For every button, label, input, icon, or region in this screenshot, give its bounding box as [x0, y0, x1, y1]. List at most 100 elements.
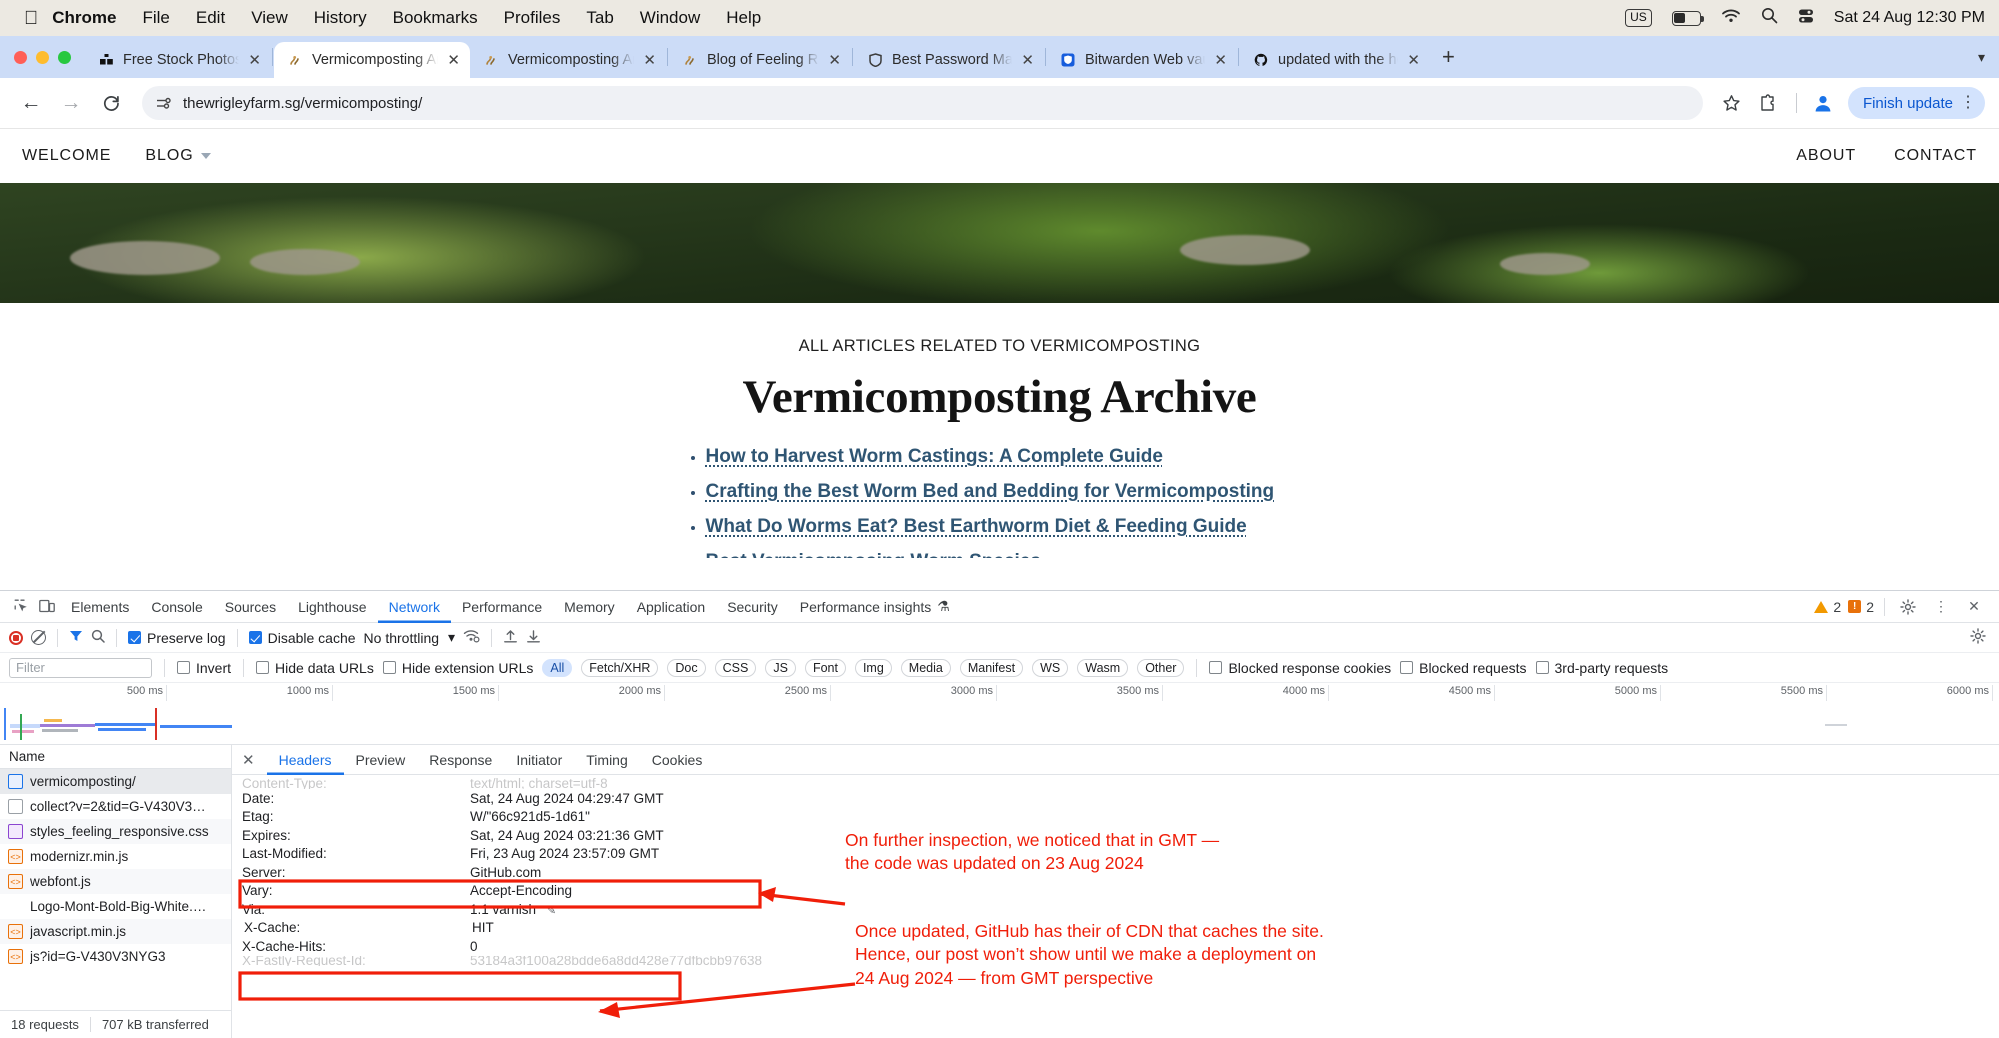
network-settings-gear-icon[interactable]: [1970, 628, 1990, 647]
devtools-tab-security[interactable]: Security: [716, 591, 789, 623]
wifi-icon[interactable]: [1721, 8, 1741, 28]
devtools-tab-console[interactable]: Console: [140, 591, 213, 623]
devtools-tab-memory[interactable]: Memory: [553, 591, 626, 623]
profile-avatar-icon[interactable]: [1810, 90, 1836, 116]
detail-tab-initiator[interactable]: Initiator: [504, 745, 574, 775]
tab-close-button[interactable]: ✕: [643, 53, 656, 68]
inspect-element-icon[interactable]: [8, 595, 34, 619]
nav-link-welcome[interactable]: WELCOME: [22, 147, 111, 165]
article-link-4[interactable]: Best Vermicomposing Worm Species: [706, 551, 1041, 558]
wifi-settings-icon[interactable]: [463, 629, 480, 646]
menu-item-bookmarks[interactable]: Bookmarks: [393, 8, 478, 28]
detail-tab-response[interactable]: Response: [417, 745, 504, 775]
menu-item-file[interactable]: File: [142, 8, 169, 28]
request-row-6[interactable]: Logo-Mont-Bold-Big-White.…: [0, 894, 231, 919]
request-row-5[interactable]: <> webfont.js: [0, 869, 231, 894]
tab-close-button[interactable]: ✕: [248, 53, 261, 68]
type-filter-media[interactable]: Media: [900, 658, 951, 677]
browser-tab-6[interactable]: Bitwarden Web vault ✕: [1047, 42, 1237, 78]
back-arrow-icon[interactable]: ←: [14, 86, 48, 120]
devtools-tab-sources[interactable]: Sources: [214, 591, 287, 623]
disable-cache-checkbox[interactable]: Disable cache: [248, 630, 356, 646]
menu-item-help[interactable]: Help: [726, 8, 761, 28]
nav-link-contact[interactable]: CONTACT: [1894, 147, 1977, 165]
extensions-puzzle-icon[interactable]: [1753, 88, 1783, 118]
tab-close-button[interactable]: ✕: [1407, 53, 1420, 68]
type-filter-css[interactable]: CSS: [714, 658, 757, 677]
devtools-tab-network[interactable]: Network: [378, 591, 451, 623]
reload-icon[interactable]: [94, 86, 128, 120]
kebab-menu-icon[interactable]: ⋮: [1928, 595, 1954, 619]
nav-link-about[interactable]: ABOUT: [1796, 147, 1856, 165]
third-party-requests-checkbox[interactable]: 3rd-party requests: [1535, 660, 1668, 676]
type-filter-wasm[interactable]: Wasm: [1077, 658, 1129, 677]
warnings-indicator[interactable]: 2: [1814, 599, 1841, 615]
search-icon[interactable]: [1761, 7, 1778, 29]
close-window-button[interactable]: [14, 50, 27, 64]
device-toolbar-icon[interactable]: [34, 595, 60, 619]
request-row-1[interactable]: vermicomposting/: [0, 769, 231, 794]
close-icon[interactable]: ✕: [242, 751, 255, 769]
type-filter-ws[interactable]: WS: [1032, 658, 1069, 677]
browser-tab-5[interactable]: Best Password Manager f ✕: [854, 42, 1044, 78]
detail-tab-timing[interactable]: Timing: [574, 745, 640, 775]
menu-item-window[interactable]: Window: [640, 8, 700, 28]
detail-tab-headers[interactable]: Headers: [267, 745, 344, 775]
tab-close-button[interactable]: ✕: [828, 53, 841, 68]
star-icon[interactable]: [1717, 88, 1747, 118]
response-headers-list[interactable]: Content-Type: text/html; charset=utf-8 D…: [232, 775, 1999, 1038]
throttling-select[interactable]: No throttling ▾: [364, 629, 456, 646]
type-filter-all[interactable]: All: [542, 658, 573, 677]
article-link-3[interactable]: What Do Worms Eat? Best Earthworm Diet &…: [706, 516, 1247, 537]
browser-tab-7[interactable]: updated with the how do ✕: [1240, 42, 1430, 78]
battery-icon[interactable]: [1671, 10, 1704, 26]
tab-close-button[interactable]: ✕: [1214, 53, 1227, 68]
tab-close-button[interactable]: ✕: [1021, 53, 1034, 68]
new-tab-button[interactable]: +: [1430, 46, 1467, 68]
type-filter-js[interactable]: JS: [765, 658, 796, 677]
article-link-1[interactable]: How to Harvest Worm Castings: A Complete…: [706, 446, 1163, 467]
forward-arrow-icon[interactable]: →: [54, 86, 88, 120]
filter-funnel-icon[interactable]: [69, 629, 83, 646]
clear-icon[interactable]: [31, 630, 46, 645]
request-list-header[interactable]: Name: [0, 745, 231, 769]
type-filter-manifest[interactable]: Manifest: [959, 658, 1024, 677]
preserve-log-checkbox[interactable]: Preserve log: [128, 630, 226, 646]
request-row-4[interactable]: <> modernizr.min.js: [0, 844, 231, 869]
network-overview-timeline[interactable]: 500 ms 1000 ms 1500 ms 2000 ms 2500 ms 3…: [0, 683, 1999, 745]
address-bar[interactable]: thewrigleyfarm.sg/vermicomposting/: [142, 86, 1703, 120]
input-source-indicator[interactable]: US: [1625, 9, 1652, 27]
search-icon[interactable]: [91, 629, 105, 646]
filter-input[interactable]: Filter: [9, 657, 152, 678]
type-filter-doc[interactable]: Doc: [667, 658, 706, 677]
browser-tab-2-active[interactable]: Vermicomposting Archive ✕: [274, 42, 470, 78]
article-link-2[interactable]: Crafting the Best Worm Bed and Bedding f…: [706, 481, 1275, 502]
control-center-icon[interactable]: [1798, 8, 1814, 29]
minimize-window-button[interactable]: [36, 50, 49, 64]
devtools-tab-lighthouse[interactable]: Lighthouse: [287, 591, 378, 623]
browser-tab-1[interactable]: Free Stock Photos & Imag ✕: [85, 42, 271, 78]
apple-logo-icon[interactable]: : [24, 9, 38, 28]
devtools-tab-application[interactable]: Application: [626, 591, 717, 623]
devtools-tab-performance-insights[interactable]: Performance insights ⚗: [789, 591, 961, 623]
browser-tab-3[interactable]: Vermicomposting Archive ✕: [470, 42, 666, 78]
hide-extension-urls-checkbox[interactable]: Hide extension URLs: [382, 660, 533, 676]
request-row-3[interactable]: styles_feeling_responsive.css: [0, 819, 231, 844]
close-icon[interactable]: ✕: [1961, 595, 1987, 619]
kebab-menu-icon[interactable]: ⋮: [1960, 95, 1976, 111]
invert-checkbox[interactable]: Invert: [177, 660, 231, 676]
devtools-tab-performance[interactable]: Performance: [451, 591, 553, 623]
menu-item-history[interactable]: History: [314, 8, 367, 28]
blocked-response-cookies-checkbox[interactable]: Blocked response cookies: [1209, 660, 1391, 676]
maximize-window-button[interactable]: [58, 50, 71, 64]
tab-close-button[interactable]: ✕: [447, 53, 460, 68]
gear-icon[interactable]: [1895, 595, 1921, 619]
request-row-8[interactable]: <> js?id=G-V430V3NYG3: [0, 944, 231, 969]
finish-update-button[interactable]: Finish update ⋮: [1847, 87, 1985, 119]
nav-link-blog[interactable]: BLOG: [145, 147, 211, 165]
menu-item-profiles[interactable]: Profiles: [504, 8, 561, 28]
edit-pencil-icon[interactable]: ✎: [547, 905, 556, 917]
errors-indicator[interactable]: ! 2: [1848, 599, 1874, 615]
menu-item-chrome[interactable]: Chrome: [52, 8, 116, 28]
export-har-icon[interactable]: [526, 629, 541, 647]
